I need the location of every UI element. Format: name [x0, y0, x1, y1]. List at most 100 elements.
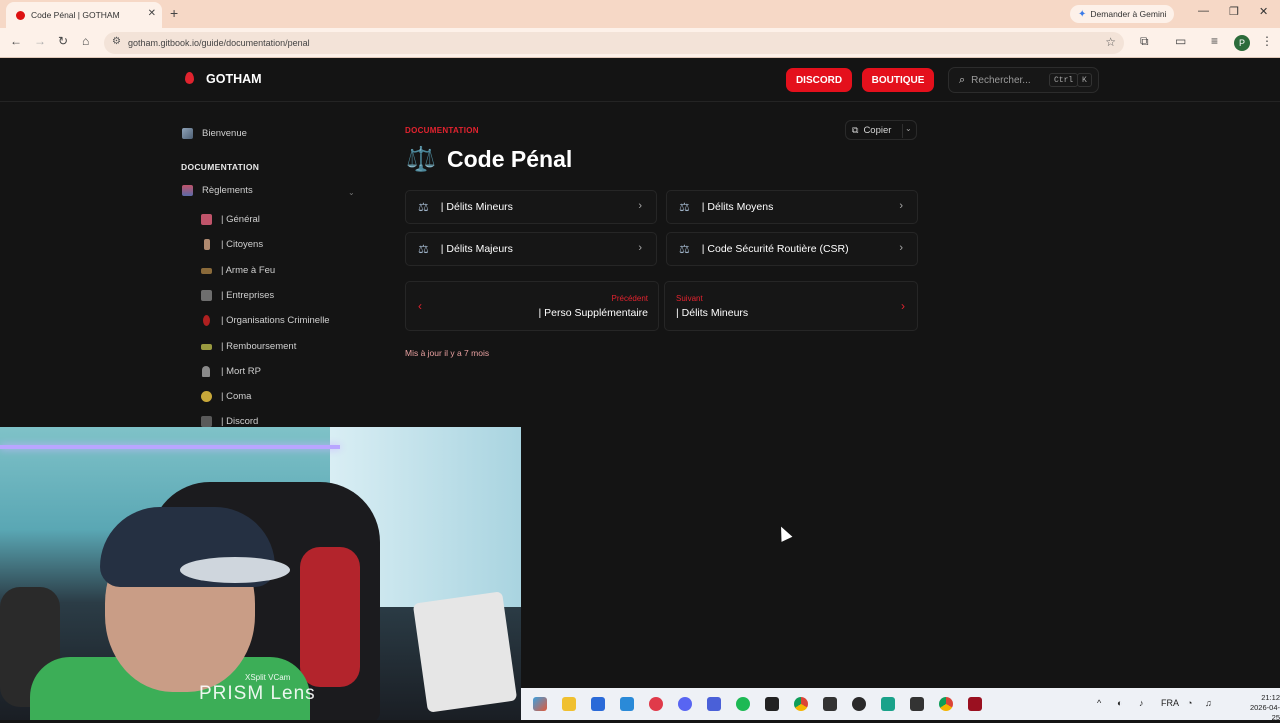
search-icon: ⌕: [959, 73, 966, 86]
gemini-label: Demander à Gemini: [1090, 9, 1167, 19]
chevron-down-icon[interactable]: ⌄: [905, 124, 912, 133]
profile-avatar[interactable]: P: [1234, 35, 1250, 51]
webcam-papers: [412, 591, 518, 713]
chevron-down-icon[interactable]: ⌄: [348, 188, 355, 197]
audio-meter-icon[interactable]: [765, 697, 779, 711]
mouse-cursor-icon: [775, 524, 793, 542]
home-icon[interactable]: ⌂: [82, 34, 89, 48]
reload-icon[interactable]: ↻: [58, 34, 68, 48]
sidebar-item-arme-a-feu[interactable]: | Arme à Feu: [201, 265, 275, 276]
forward-icon[interactable]: →: [34, 34, 46, 48]
scales-icon: ⚖: [418, 242, 429, 256]
sidebar-item-label: | Arme à Feu: [221, 265, 276, 276]
card-delits-majeurs[interactable]: ⚖ | Délits Majeurs ›: [405, 232, 657, 266]
microphone-icon[interactable]: ♪: [1139, 698, 1144, 708]
url-text: gotham.gitbook.io/guide/documentation/pe…: [128, 38, 310, 48]
gotham-logo-icon: [185, 72, 194, 84]
discord-button[interactable]: DISCORD: [786, 68, 852, 92]
outlook-icon[interactable]: [620, 697, 634, 711]
sidebar-item-mort-rp[interactable]: | Mort RP: [201, 366, 261, 377]
previous-page-link[interactable]: ‹ Précédent | Perso Supplémentaire: [405, 281, 659, 331]
sidebar-section-documentation: DOCUMENTATION: [181, 162, 260, 172]
network-icon[interactable]: ◔: [1187, 698, 1192, 708]
person-walking-icon: [204, 239, 210, 250]
store-icon[interactable]: [591, 697, 605, 711]
gemini-button[interactable]: ✦ Demander à Gemini: [1070, 5, 1175, 23]
books-icon: [182, 185, 193, 196]
back-icon[interactable]: ←: [10, 34, 22, 48]
app-icon[interactable]: [910, 697, 924, 711]
sidebar-item-coma[interactable]: | Coma: [201, 391, 251, 402]
tray-app-icon[interactable]: ◐: [1117, 698, 1122, 708]
chevron-right-icon: ›: [638, 242, 642, 254]
chrome-icon[interactable]: [794, 697, 808, 711]
sidebar-item-organisations[interactable]: | Organisations Criminelle: [201, 315, 330, 326]
sidebar-item-citoyens[interactable]: | Citoyens: [201, 239, 263, 250]
minimize-button[interactable]: —: [1198, 5, 1209, 17]
restore-button[interactable]: ❐: [1229, 5, 1239, 18]
browser-tab[interactable]: Code Pénal | GOTHAM ✕: [6, 2, 162, 28]
watermark-big: PRISM Lens: [199, 683, 316, 704]
sidebar-item-remboursement[interactable]: | Remboursement: [201, 341, 296, 352]
sidebar-item-label: | Discord: [221, 416, 259, 427]
sleeping-face-icon: [201, 391, 212, 402]
widgets-icon[interactable]: [533, 697, 547, 711]
bookmark-star-icon[interactable]: ☆: [1105, 35, 1116, 49]
volume-icon[interactable]: ♫: [1205, 698, 1212, 708]
next-page-link[interactable]: Suivant | Délits Mineurs ›: [664, 281, 918, 331]
next-title: | Délits Mineurs: [676, 307, 749, 319]
chevron-right-icon: ›: [638, 200, 642, 212]
search-placeholder: Rechercher...: [971, 74, 1031, 86]
card-code-securite-routiere[interactable]: ⚖ | Code Sécurité Routière (CSR) ›: [666, 232, 918, 266]
card-delits-mineurs[interactable]: ⚖ | Délits Mineurs ›: [405, 190, 657, 224]
kbd-ctrl: Ctrl: [1049, 73, 1079, 87]
sidebar-item-general[interactable]: | Général: [201, 214, 260, 225]
language-indicator[interactable]: FRA: [1161, 698, 1179, 708]
file-explorer-icon[interactable]: [562, 697, 576, 711]
browser-tab-bar: Code Pénal | GOTHAM ✕ + ✦ Demander à Gem…: [0, 0, 1280, 28]
site-brand[interactable]: GOTHAM: [206, 72, 262, 86]
kbd-k: K: [1077, 73, 1092, 87]
window-close-button[interactable]: ✕: [1259, 5, 1268, 18]
blood-drop-icon: [203, 315, 210, 326]
card-delits-moyens[interactable]: ⚖ | Délits Moyens ›: [666, 190, 918, 224]
sidebar-item-entreprises[interactable]: | Entreprises: [201, 290, 274, 301]
app-icon[interactable]: [881, 697, 895, 711]
discord-app-icon[interactable]: [678, 697, 692, 711]
address-bar[interactable]: ⚙ gotham.gitbook.io/guide/documentation/…: [104, 32, 1124, 54]
card-label: | Délits Majeurs: [440, 243, 513, 255]
tray-chevron-icon[interactable]: ^: [1097, 698, 1101, 708]
sidebar-group-reglements[interactable]: Règlements: [182, 185, 253, 196]
watermark-small: XSplit VCam: [245, 673, 291, 682]
card-label: | Délits Moyens: [701, 201, 774, 213]
extensions-icon[interactable]: ⧉: [1140, 34, 1149, 49]
site-info-icon[interactable]: ⚙: [112, 36, 121, 47]
webcam-chair-accent: [300, 547, 360, 687]
copy-label: Copier: [863, 124, 892, 136]
boutique-button[interactable]: BOUTIQUE: [862, 68, 934, 92]
copy-button[interactable]: ⧉ Copier ⌄: [845, 120, 917, 140]
taskbar-clock[interactable]: 21:12 2026-04-25: [1248, 693, 1280, 723]
gun-icon: [201, 267, 212, 274]
cast-icon[interactable]: ▭: [1175, 34, 1186, 48]
app-icon[interactable]: [968, 697, 982, 711]
tab-close-icon[interactable]: ✕: [148, 8, 156, 19]
sidebar-item-bienvenue[interactable]: Bienvenue: [182, 128, 247, 139]
media-icon[interactable]: ≡: [1211, 34, 1218, 48]
opera-icon[interactable]: [649, 697, 663, 711]
sidebar-item-label: Bienvenue: [202, 128, 247, 139]
new-tab-button[interactable]: +: [170, 5, 178, 21]
search-input[interactable]: ⌕ Rechercher... Ctrl K: [948, 67, 1099, 93]
browser-menu-icon[interactable]: ⋮: [1261, 34, 1273, 48]
obs-icon[interactable]: [852, 697, 866, 711]
chevron-left-icon: ‹: [418, 299, 422, 313]
tab-title: Code Pénal | GOTHAM: [31, 10, 120, 20]
vpn-icon[interactable]: [707, 697, 721, 711]
spotify-icon[interactable]: [736, 697, 750, 711]
breadcrumb[interactable]: DOCUMENTATION: [405, 126, 479, 135]
app-icon[interactable]: [823, 697, 837, 711]
sidebar-item-discord[interactable]: | Discord: [201, 416, 258, 427]
next-label: Suivant: [676, 294, 703, 303]
windows-taskbar: ^ ◐ ♪ FRA ◔ ♫ 21:12 2026-04-25: [521, 688, 1280, 723]
chrome-profile-icon[interactable]: [939, 697, 953, 711]
